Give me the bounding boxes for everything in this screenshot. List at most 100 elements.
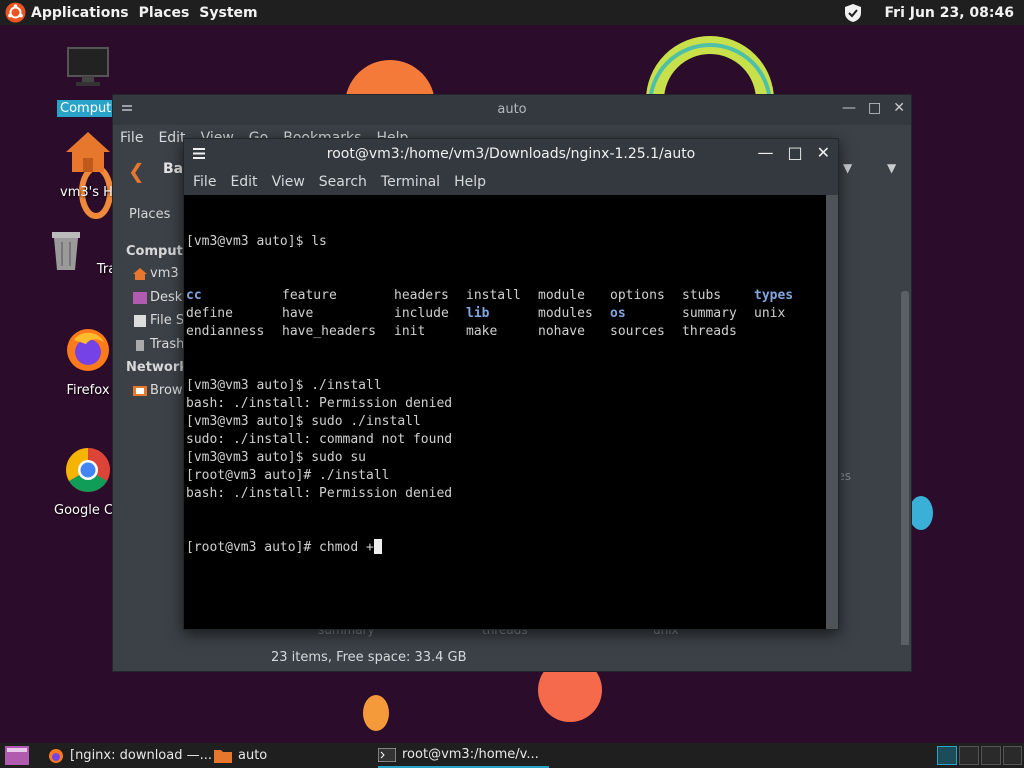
current-command: [root@vm3 auto]# chmod + bbox=[186, 540, 374, 555]
close-icon[interactable]: ✕ bbox=[893, 100, 905, 116]
scrollbar[interactable] bbox=[826, 195, 838, 629]
task-file-manager[interactable]: auto bbox=[214, 743, 267, 768]
maximize-icon[interactable]: □ bbox=[787, 143, 802, 162]
menu-help[interactable]: Help bbox=[454, 174, 486, 190]
home-folder-icon bbox=[66, 132, 110, 172]
workspace-3[interactable] bbox=[981, 746, 1001, 765]
ls-entry: stubs bbox=[682, 288, 722, 303]
sidebar-item-browse-network[interactable]: Browse Network bbox=[133, 383, 185, 398]
ls-entry: have_headers bbox=[282, 324, 376, 339]
menu-file[interactable]: File bbox=[193, 174, 216, 190]
ls-entry: modules bbox=[538, 306, 593, 321]
ls-entry: os bbox=[610, 306, 626, 321]
ls-entry: lib bbox=[466, 306, 490, 321]
terminal-line: [root@vm3 auto]# ./install bbox=[186, 468, 390, 483]
task-label: auto bbox=[238, 748, 268, 763]
network-icon bbox=[133, 385, 147, 396]
chrome-icon bbox=[66, 448, 110, 492]
ls-entry: headers bbox=[394, 288, 449, 303]
terminal-titlebar[interactable]: root@vm3:/home/vm3/Downloads/nginx-1.25.… bbox=[184, 139, 838, 169]
terminal-window[interactable]: root@vm3:/home/vm3/Downloads/nginx-1.25.… bbox=[183, 138, 839, 630]
places-dropdown[interactable]: Places bbox=[129, 207, 170, 222]
chevron-down-icon[interactable]: ▼ bbox=[887, 161, 896, 175]
menu-edit[interactable]: Edit bbox=[158, 130, 185, 146]
task-terminal[interactable]: root@vm3:/home/v... bbox=[378, 743, 549, 768]
ls-entry: cc bbox=[186, 288, 202, 303]
sidebar-header-network: Network bbox=[126, 360, 188, 375]
drive-icon bbox=[134, 314, 146, 327]
terminal-menubar: File Edit View Search Terminal Help bbox=[184, 169, 838, 195]
terminal-icon bbox=[378, 747, 396, 762]
trash-icon bbox=[136, 339, 144, 351]
menu-view[interactable]: View bbox=[272, 174, 305, 190]
menu-search[interactable]: Search bbox=[319, 174, 367, 190]
menu-edit[interactable]: Edit bbox=[230, 174, 257, 190]
clock[interactable]: Fri Jun 23, 08:46 bbox=[885, 5, 1015, 21]
trash-icon bbox=[51, 232, 80, 270]
file-manager-titlebar[interactable]: auto — □ ✕ bbox=[113, 95, 911, 125]
desktop-icon-label: Computer bbox=[57, 100, 119, 117]
show-desktop-icon[interactable] bbox=[5, 746, 29, 765]
firefox-icon bbox=[67, 329, 109, 371]
task-label: root@vm3:/home/v... bbox=[402, 747, 539, 762]
task-firefox[interactable]: [nginx: download —... bbox=[48, 743, 212, 768]
chevron-down-icon[interactable]: ▼ bbox=[843, 161, 852, 175]
terminal-line: [vm3@vm3 auto]$ ./install bbox=[186, 378, 382, 393]
ls-entry: options bbox=[610, 288, 665, 303]
window-title: root@vm3:/home/vm3/Downloads/nginx-1.25.… bbox=[326, 146, 696, 162]
sidebar-item-trash[interactable]: Trash bbox=[133, 337, 185, 352]
ls-row: cc feature headers install module options stub… bbox=[186, 287, 826, 305]
ls-entry: include bbox=[394, 306, 449, 321]
menu-file[interactable]: File bbox=[120, 130, 143, 146]
terminal-line: bash: ./install: Permission denied bbox=[186, 486, 453, 501]
terminal-line: [vm3@vm3 auto]$ sudo su bbox=[186, 450, 367, 465]
ls-row: define have include lib modules os summary unix bbox=[186, 305, 826, 323]
minimize-icon[interactable]: — bbox=[757, 143, 773, 162]
ls-entry: threads bbox=[682, 324, 737, 339]
minimize-icon[interactable]: — bbox=[842, 100, 856, 116]
home-icon bbox=[133, 267, 147, 280]
ls-entry: module bbox=[538, 288, 585, 303]
ubuntu-logo-icon[interactable] bbox=[5, 2, 26, 23]
places-menu[interactable]: Places bbox=[139, 5, 190, 21]
top-panel: Applications Places System Fri Jun 23, 0… bbox=[0, 0, 1024, 25]
ls-entry: feature bbox=[282, 288, 337, 303]
terminal-output[interactable]: [vm3@vm3 auto]$ ls cc feature headers insta… bbox=[184, 195, 826, 629]
terminal-line: [vm3@vm3 auto]$ sudo ./install bbox=[186, 414, 421, 429]
terminal-line: sudo: ./install: command not found bbox=[186, 432, 453, 447]
workspace-4[interactable] bbox=[1003, 746, 1022, 765]
folder-icon bbox=[214, 750, 232, 763]
maximize-icon[interactable]: □ bbox=[868, 100, 881, 116]
close-icon[interactable]: ✕ bbox=[817, 143, 830, 162]
text-cursor bbox=[373, 539, 382, 554]
ls-entry: init bbox=[394, 324, 426, 339]
ls-entry: define bbox=[186, 306, 233, 321]
ls-entry: have bbox=[282, 306, 314, 321]
workspace-1[interactable] bbox=[937, 746, 957, 765]
computer-icon bbox=[67, 47, 109, 86]
sidebar-item-vm3[interactable]: vm3 bbox=[133, 266, 185, 281]
sidebar-item-filesystem[interactable]: File System bbox=[133, 313, 185, 328]
ls-entry: sources bbox=[610, 324, 665, 339]
ls-entry: unix bbox=[754, 306, 786, 321]
bottom-panel: [nginx: download —... auto root@vm3:/hom… bbox=[0, 743, 1024, 768]
file-item-types[interactable]: types bbox=[841, 469, 851, 483]
firefox-icon bbox=[49, 748, 63, 763]
sidebar-item-desktop[interactable]: Desktop bbox=[133, 290, 185, 305]
terminal-line: [vm3@vm3 auto]$ ls bbox=[186, 234, 327, 249]
ls-entry: endianness bbox=[186, 324, 265, 339]
shield-check-icon[interactable] bbox=[843, 3, 863, 23]
desktop-icon-label: Firefox bbox=[66, 383, 110, 398]
terminal-prompt-line[interactable]: [root@vm3 auto]# chmod + bbox=[186, 539, 826, 557]
system-menu[interactable]: System bbox=[199, 5, 257, 21]
ls-entry: nohave bbox=[538, 324, 585, 339]
menu-terminal[interactable]: Terminal bbox=[381, 174, 440, 190]
applications-menu[interactable]: Applications bbox=[31, 5, 129, 21]
scrollbar[interactable] bbox=[901, 291, 909, 647]
workspace-2[interactable] bbox=[959, 746, 979, 765]
task-label: [nginx: download —... bbox=[70, 748, 213, 763]
back-arrow-icon[interactable]: ❮ bbox=[128, 159, 145, 183]
ls-entry: install bbox=[466, 288, 521, 303]
ls-entry: summary bbox=[682, 306, 737, 321]
ls-entry bbox=[754, 323, 826, 341]
